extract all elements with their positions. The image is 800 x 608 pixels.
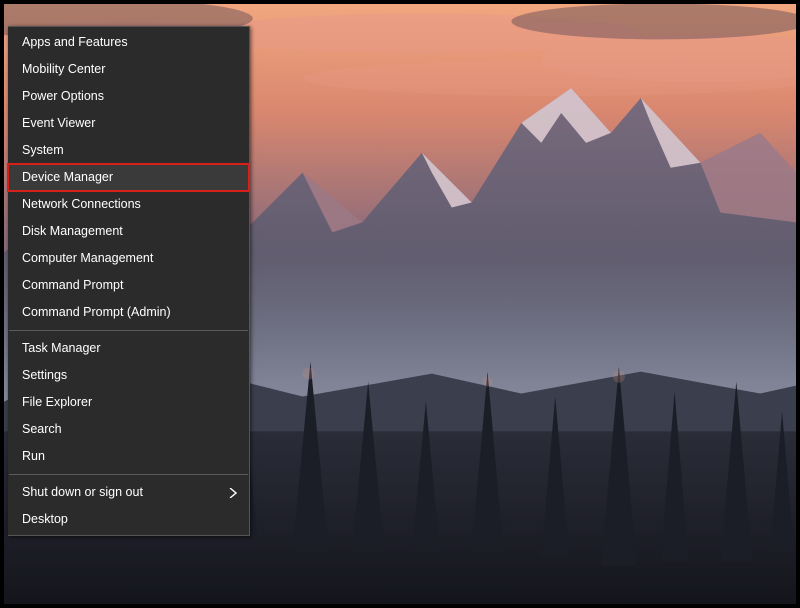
menu-item-computer-management[interactable]: Computer Management (8, 245, 249, 272)
menu-item-label: Network Connections (22, 197, 141, 211)
menu-item-disk-management[interactable]: Disk Management (8, 218, 249, 245)
menu-item-command-prompt-admin[interactable]: Command Prompt (Admin) (8, 299, 249, 326)
menu-separator (9, 474, 248, 475)
menu-item-power-options[interactable]: Power Options (8, 83, 249, 110)
chevron-right-icon (229, 488, 237, 498)
menu-item-task-manager[interactable]: Task Manager (8, 335, 249, 362)
menu-item-command-prompt[interactable]: Command Prompt (8, 272, 249, 299)
menu-item-label: Disk Management (22, 224, 123, 238)
menu-item-label: Shut down or sign out (22, 485, 143, 499)
menu-item-label: Command Prompt (Admin) (22, 305, 171, 319)
menu-item-label: Command Prompt (22, 278, 123, 292)
menu-item-mobility-center[interactable]: Mobility Center (8, 56, 249, 83)
menu-item-file-explorer[interactable]: File Explorer (8, 389, 249, 416)
menu-item-system[interactable]: System (8, 137, 249, 164)
menu-item-label: Desktop (22, 512, 68, 526)
winx-context-menu[interactable]: Apps and Features Mobility Center Power Op… (8, 26, 250, 536)
menu-item-device-manager[interactable]: Device Manager (8, 164, 249, 191)
menu-item-label: File Explorer (22, 395, 92, 409)
menu-item-apps-features[interactable]: Apps and Features (8, 29, 249, 56)
menu-item-label: Computer Management (22, 251, 153, 265)
menu-item-run[interactable]: Run (8, 443, 249, 470)
menu-item-label: Task Manager (22, 341, 101, 355)
menu-item-event-viewer[interactable]: Event Viewer (8, 110, 249, 137)
menu-item-network-connections[interactable]: Network Connections (8, 191, 249, 218)
menu-item-label: System (22, 143, 64, 157)
menu-item-label: Search (22, 422, 62, 436)
menu-item-desktop[interactable]: Desktop (8, 506, 249, 533)
menu-item-label: Event Viewer (22, 116, 95, 130)
menu-item-search[interactable]: Search (8, 416, 249, 443)
menu-item-label: Run (22, 449, 45, 463)
menu-item-label: Mobility Center (22, 62, 105, 76)
menu-item-label: Settings (22, 368, 67, 382)
menu-item-label: Power Options (22, 89, 104, 103)
menu-item-shutdown-signout[interactable]: Shut down or sign out (8, 479, 249, 506)
menu-item-label: Apps and Features (22, 35, 128, 49)
menu-item-settings[interactable]: Settings (8, 362, 249, 389)
menu-separator (9, 330, 248, 331)
menu-item-label: Device Manager (22, 170, 113, 184)
